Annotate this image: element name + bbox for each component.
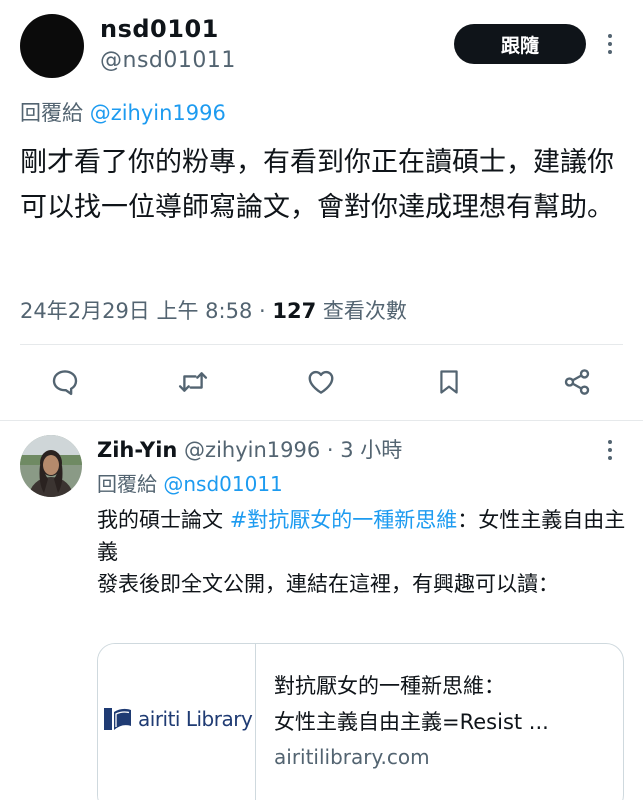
reply-text-part: 我的碩士論文 (97, 508, 230, 532)
author-name[interactable]: nsd0101 (100, 15, 219, 43)
more-options-icon[interactable] (600, 28, 620, 60)
airiti-logo-text: airiti Library (138, 707, 253, 731)
reply-time[interactable]: · 3 小時 (320, 438, 402, 462)
reply-prefix: 回覆給 (97, 472, 164, 496)
reply-text-line2: 發表後即全文公開，連結在這裡，有興趣可以讀： (97, 572, 559, 596)
reply-author-avatar[interactable] (20, 435, 82, 497)
tweet-meta: 24年2月29日 上午 8:58 · 127 查看次數 (20, 295, 407, 325)
reply-more-options-icon[interactable] (600, 436, 620, 464)
share-icon[interactable] (559, 364, 595, 400)
link-card-title: 女性主義自由主義=Resist ... (274, 710, 549, 734)
section-separator (0, 420, 643, 421)
reply-text: 我的碩士論文 #對抗厭女的一種新思維：女性主義自由主義 發表後即全文公開，連結在這… (97, 504, 627, 600)
link-card-body[interactable]: 對抗厭女的一種新思維： 女性主義自由主義=Resist ... airitili… (274, 668, 614, 774)
reply-author-handle[interactable]: @zihyin1996 (177, 438, 320, 462)
retweet-icon[interactable] (175, 364, 211, 400)
reply-mention-link[interactable]: @nsd01011 (163, 472, 282, 496)
views-label: 查看次數 (316, 299, 407, 323)
reply-context: 回覆給 @zihyin1996 (20, 97, 226, 127)
divider (20, 344, 623, 345)
tweet-timestamp[interactable]: 24年2月29日 上午 8:58 (20, 299, 252, 323)
tweet-text: 剛才看了你的粉專，有看到你正在讀碩士，建議你可以找一位導師寫論文，會對你達成理想… (20, 147, 614, 223)
link-card-thumbnail[interactable]: airiti Library (98, 644, 256, 800)
reply-prefix: 回覆給 (20, 101, 90, 125)
reply-mention-link[interactable]: @zihyin1996 (90, 101, 226, 125)
reply-header: Zih-Yin @zihyin1996 · 3 小時 (97, 434, 402, 464)
follow-button[interactable]: 跟隨 (454, 24, 586, 64)
views-count: 127 (272, 299, 317, 323)
bookmark-icon[interactable] (431, 364, 467, 400)
meta-dot: · (252, 299, 273, 323)
reply-context: 回覆給 @nsd01011 (97, 468, 283, 497)
reply-author-name[interactable]: Zih-Yin (97, 438, 177, 462)
author-handle[interactable]: @nsd01011 (100, 48, 236, 73)
reply-icon[interactable] (47, 364, 83, 400)
airiti-logo-icon (104, 708, 131, 730)
like-icon[interactable] (303, 364, 339, 400)
link-card-title: 對抗厭女的一種新思維： (274, 674, 505, 698)
author-avatar[interactable] (20, 14, 84, 78)
link-card[interactable]: airiti Library 對抗厭女的一種新思維： 女性主義自由主義=Resi… (97, 643, 624, 800)
airiti-logo: airiti Library (104, 706, 253, 732)
link-card-domain: airitilibrary.com (274, 745, 430, 769)
hashtag-link[interactable]: #對抗厭女的一種新思維 (230, 508, 458, 532)
